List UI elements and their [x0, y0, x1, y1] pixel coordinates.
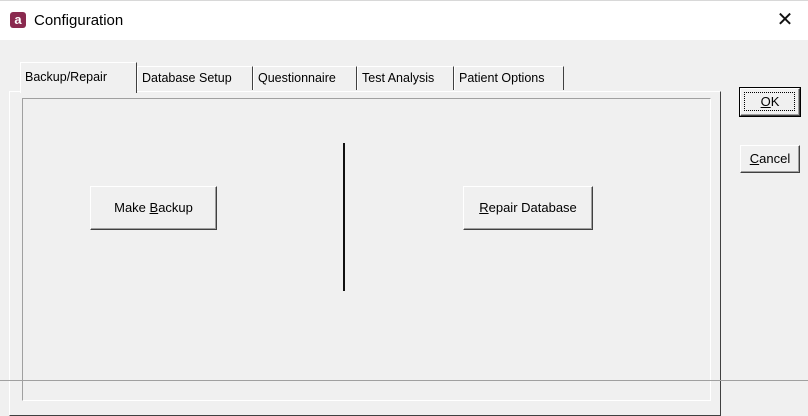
- app-icon: a: [10, 12, 26, 28]
- tab-label: Backup/Repair: [25, 70, 107, 84]
- dialog-body: Backup/Repair Database Setup Questionnai…: [0, 40, 808, 416]
- tab-backup-repair[interactable]: Backup/Repair: [20, 62, 137, 93]
- tab-label: Test Analysis: [362, 71, 435, 85]
- focus-rectangle: [744, 92, 795, 111]
- ok-button[interactable]: OK: [739, 87, 801, 117]
- tab-database-setup[interactable]: Database Setup: [137, 66, 253, 90]
- close-button[interactable]: ✕: [762, 1, 808, 41]
- title-bar: a Configuration ✕: [0, 0, 808, 40]
- tab-panel: [9, 91, 721, 416]
- repair-database-button[interactable]: Repair Database: [463, 186, 593, 230]
- tab-patient-options[interactable]: Patient Options: [454, 66, 564, 90]
- vertical-divider: [343, 143, 345, 291]
- make-backup-button[interactable]: Make Backup: [90, 186, 217, 230]
- tab-label: Questionnaire: [258, 71, 336, 85]
- window-title: Configuration: [34, 12, 124, 29]
- close-icon: ✕: [776, 9, 794, 31]
- window-bottom-edge: [0, 380, 808, 381]
- tab-questionnaire[interactable]: Questionnaire: [253, 66, 357, 90]
- tab-label: Database Setup: [142, 71, 232, 85]
- tab-test-analysis[interactable]: Test Analysis: [357, 66, 454, 90]
- cancel-button[interactable]: Cancel: [740, 145, 800, 173]
- tab-label: Patient Options: [459, 71, 545, 85]
- tab-panel-frame: [22, 98, 711, 401]
